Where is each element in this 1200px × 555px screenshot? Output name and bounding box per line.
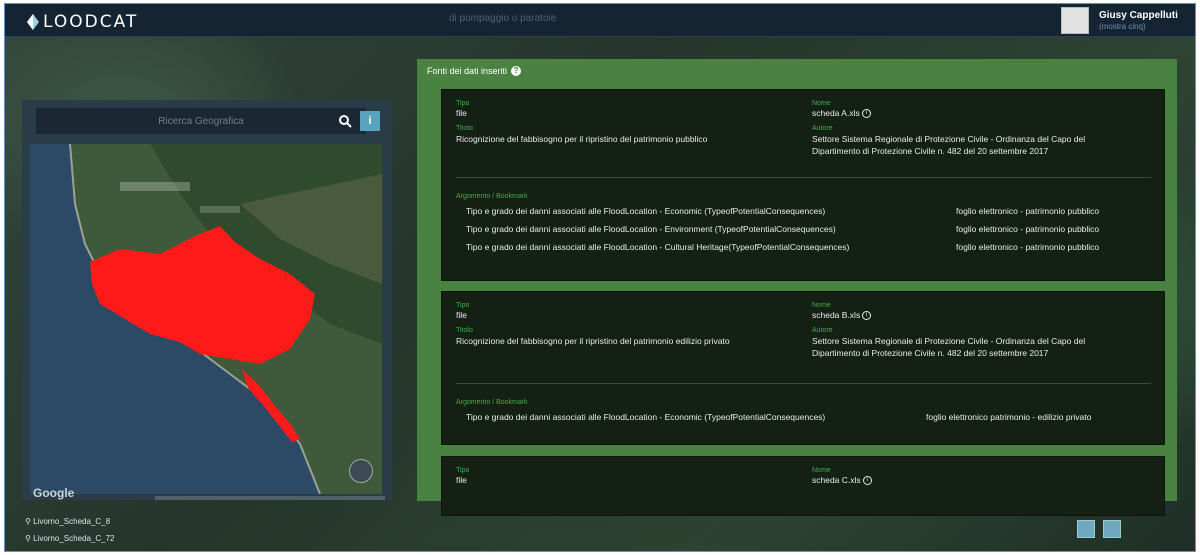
info-button[interactable]: i — [360, 111, 380, 131]
file-name-text[interactable]: scheda B.xls — [812, 310, 860, 320]
satellite-map — [30, 144, 382, 494]
drop-logo-icon — [27, 14, 39, 30]
app-window: LOODCAT di pompaggio o paratoie Giusy Ca… — [4, 3, 1196, 552]
source-card: Tipo file Nome scheda A.xls i Titolo Rico… — [441, 89, 1165, 281]
type-value: file — [456, 310, 467, 320]
avatar[interactable] — [1061, 7, 1089, 34]
argument-row-value: foglio elettronico - patrimonio pubblico — [956, 242, 1100, 252]
export-icon[interactable] — [1103, 520, 1121, 538]
argument-row-value: foglio elettronico patrimonio - edilizio… — [926, 412, 1092, 422]
title-value: Ricognizione del fabbisogno per il ripri… — [456, 336, 730, 346]
file-name[interactable]: scheda B.xls i — [812, 310, 872, 321]
geographic-search-input[interactable]: Ricerca Geografica — [36, 108, 366, 134]
argument-label: Argomento / Bookmark — [456, 399, 528, 406]
title-value: Ricognizione del fabbisogno per il ripri… — [456, 134, 708, 144]
edit-icon[interactable] — [1077, 520, 1095, 538]
layers-icon[interactable] — [349, 459, 373, 483]
source-card: Tipo file Nome scheda C.xls i — [441, 456, 1165, 516]
argument-row-desc: Tipo e grado dei danni associati alle Fl… — [466, 206, 826, 216]
top-header: LOODCAT di pompaggio o paratoie Giusy Ca… — [5, 4, 1195, 37]
data-sources-panel: Fonti dei dati inseriti ? Tipo file Nome… — [417, 59, 1177, 516]
file-info-icon[interactable]: i — [861, 109, 871, 119]
title-label: Titolo — [456, 125, 473, 132]
file-name-text[interactable]: scheda A.xls — [812, 108, 860, 118]
location-item[interactable]: ⚲ Livorno_Scheda_C_72 — [25, 534, 115, 543]
argument-row-desc: Tipo e grado dei danni associati alle Fl… — [466, 412, 826, 422]
name-label: Nome — [812, 302, 831, 309]
author-label: Autore — [812, 125, 833, 132]
location-name[interactable]: Livorno_Scheda_C_72 — [33, 534, 114, 543]
card-divider — [456, 383, 1151, 384]
search-icon[interactable] — [338, 114, 352, 128]
location-list — [5, 512, 1195, 551]
map-scale-bar — [155, 496, 385, 500]
file-name[interactable]: scheda A.xls i — [812, 108, 871, 119]
map-panel: Ricerca Geografica i — [22, 100, 392, 500]
source-card: Tipo file Nome scheda B.xls i Titolo Rico… — [441, 291, 1165, 445]
location-pin-icon: ⚲ — [25, 517, 31, 526]
user-profile-link[interactable]: (mostra cinq) — [1099, 22, 1146, 31]
type-label: Tipo — [456, 100, 470, 107]
header-search-input[interactable]: di pompaggio o paratoie — [449, 13, 556, 24]
type-label: Tipo — [456, 467, 470, 474]
argument-row-desc: Tipo e grado dei danni associati alle Fl… — [466, 242, 850, 252]
location-name[interactable]: Livorno_Scheda_C_8 — [33, 517, 110, 526]
file-info-icon[interactable]: i — [862, 311, 872, 321]
author-line-2: Dipartimento di Protezione Civile n. 482… — [812, 348, 1049, 358]
panel-title: Fonti dei dati inseriti ? — [427, 66, 522, 76]
map-view[interactable] — [30, 144, 382, 494]
panel-title-text: Fonti dei dati inseriti — [427, 66, 508, 76]
type-label: Tipo — [456, 302, 470, 309]
app-logo[interactable]: LOODCAT — [25, 12, 138, 32]
type-value: file — [456, 108, 467, 118]
title-label: Titolo — [456, 327, 473, 334]
user-name: Giusy Cappelluti — [1099, 10, 1178, 21]
file-name-text[interactable]: scheda C.xls — [812, 475, 861, 485]
logo-text: LOODCAT — [43, 12, 139, 32]
argument-row-value: foglio elettronico - patrimonio pubblico — [956, 224, 1100, 234]
file-name[interactable]: scheda C.xls i — [812, 475, 872, 486]
author-line-1: Settore Sistema Regionale di Protezione … — [812, 134, 1086, 144]
help-icon[interactable]: ? — [511, 66, 522, 76]
file-info-icon[interactable]: i — [862, 476, 872, 486]
location-item[interactable]: ⚲ Livorno_Scheda_C_8 — [25, 517, 110, 526]
author-line-1: Settore Sistema Regionale di Protezione … — [812, 336, 1086, 346]
argument-label: Argomento / Bookmark — [456, 193, 528, 200]
location-pin-icon: ⚲ — [25, 534, 31, 543]
type-value: file — [456, 475, 467, 485]
author-line-2: Dipartimento di Protezione Civile n. 482… — [812, 146, 1049, 156]
argument-row-value: foglio elettronico - patrimonio pubblico — [956, 206, 1100, 216]
argument-row-desc: Tipo e grado dei danni associati alle Fl… — [466, 224, 836, 234]
author-label: Autore — [812, 327, 833, 334]
name-label: Nome — [812, 100, 831, 107]
scrollbar[interactable] — [1195, 199, 1196, 394]
card-divider — [456, 177, 1151, 178]
name-label: Nome — [812, 467, 831, 474]
google-attribution: Google — [33, 486, 75, 500]
